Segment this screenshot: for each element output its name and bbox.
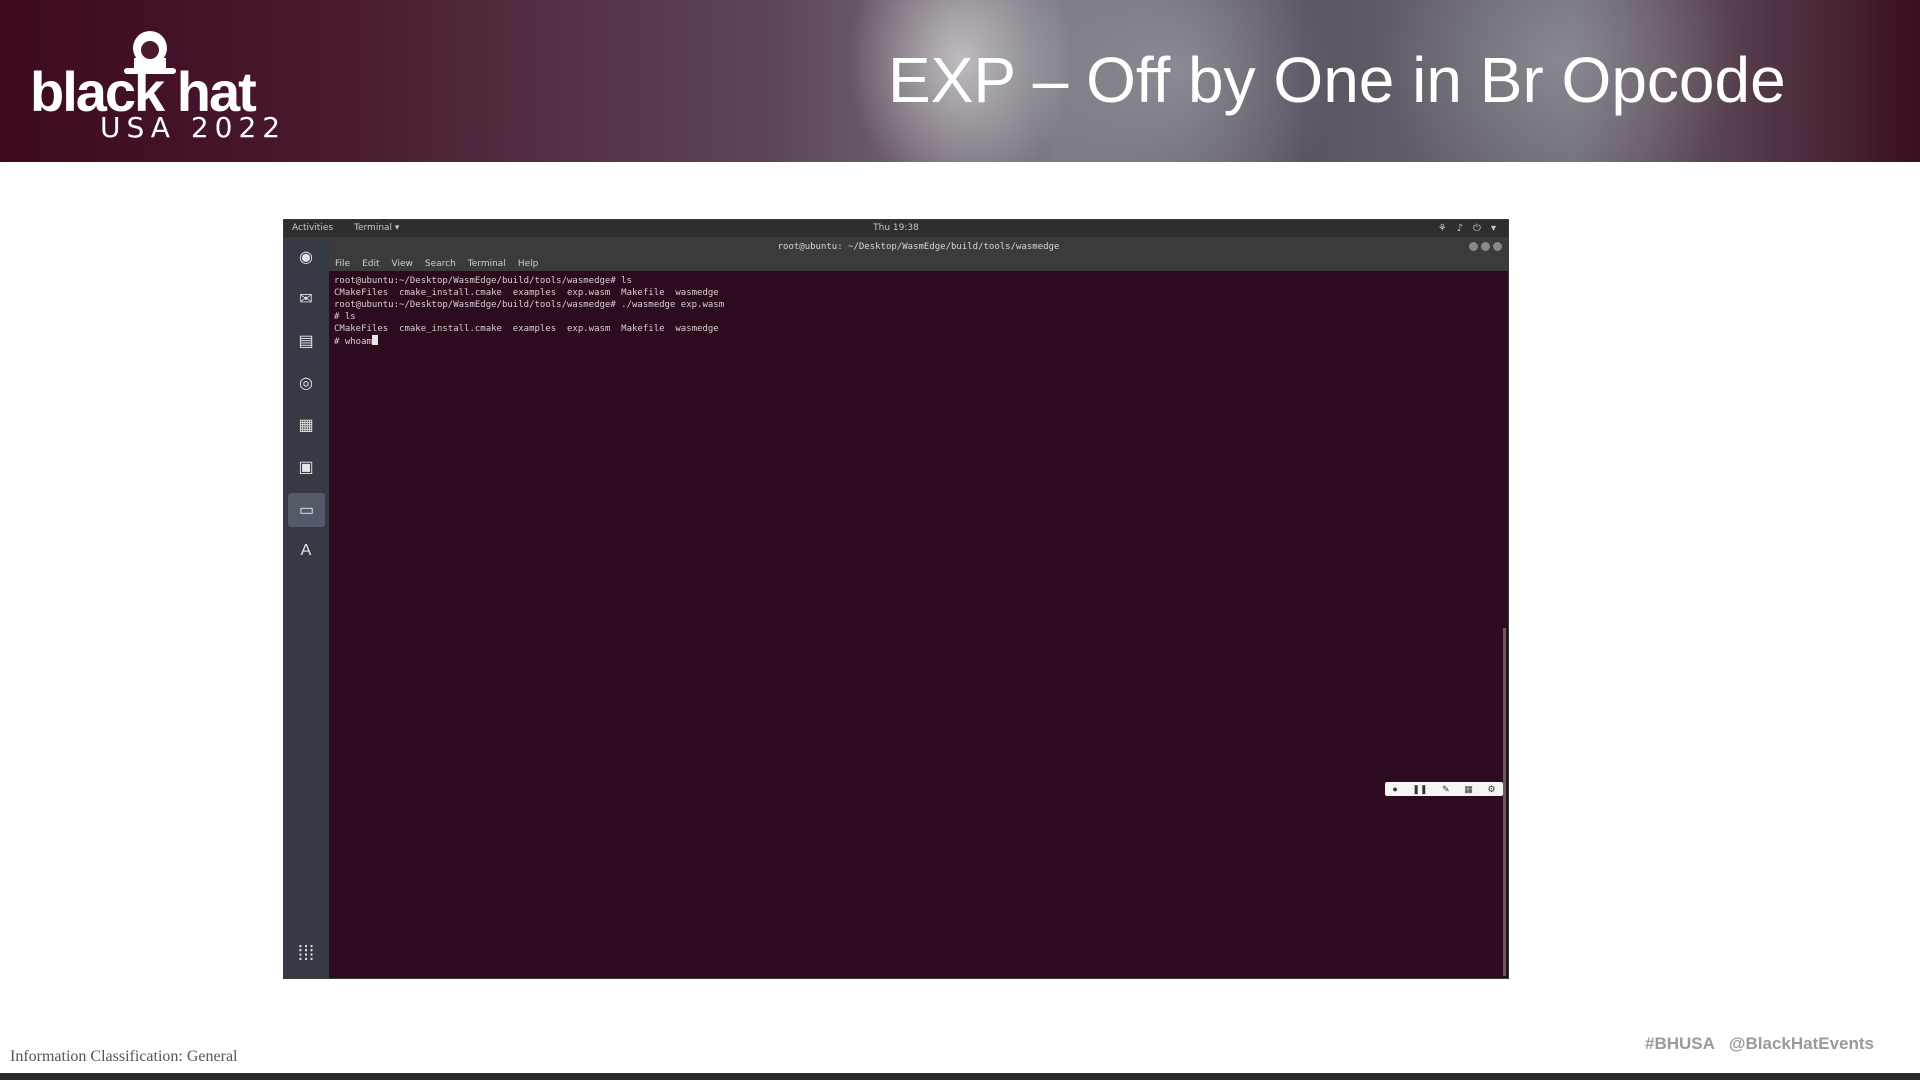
- terminal-cursor: [371, 335, 378, 345]
- terminal-line: root@ubuntu:~/Desktop/WasmEdge/build/too…: [334, 276, 633, 286]
- terminal-line: root@ubuntu:~/Desktop/WasmEdge/build/too…: [334, 300, 725, 310]
- system-tray[interactable]: ⚘ ♪ ⏻ ▾: [1438, 220, 1496, 237]
- pause-icon[interactable]: ❚❚: [1412, 784, 1427, 795]
- writer-icon[interactable]: ▦: [292, 411, 320, 439]
- close-icon[interactable]: [1493, 242, 1502, 251]
- terminal-output[interactable]: root@ubuntu:~/Desktop/WasmEdge/build/too…: [334, 275, 1494, 348]
- window-title: root@ubuntu: ~/Desktop/WasmEdge/build/to…: [329, 237, 1508, 257]
- slide-header: black hat USA 2022 EXP – Off by One in B…: [0, 0, 1920, 162]
- terminal-menubar: File Edit View Search Terminal Help: [329, 257, 1508, 271]
- terminal-icon[interactable]: ▭: [288, 493, 325, 527]
- volume-icon[interactable]: ♪: [1457, 220, 1463, 237]
- maximize-icon[interactable]: [1481, 242, 1490, 251]
- menu-view[interactable]: View: [392, 259, 413, 269]
- record-icon[interactable]: ●: [1392, 784, 1397, 794]
- chevron-down-icon[interactable]: ▾: [1491, 220, 1496, 237]
- window-title-text: root@ubuntu: ~/Desktop/WasmEdge/build/to…: [777, 242, 1060, 252]
- grid-icon[interactable]: ▦: [1464, 784, 1473, 795]
- classification-label: Information Classification: General: [10, 1048, 238, 1065]
- twitter-handle: @BlackHatEvents: [1728, 1034, 1874, 1053]
- text-icon[interactable]: A: [292, 537, 320, 565]
- terminal-screenshot: Activities Terminal ▾ Thu 19:38 ⚘ ♪ ⏻ ▾ …: [284, 220, 1508, 978]
- window-controls: [1469, 242, 1502, 251]
- logo-event: USA 2022: [100, 111, 287, 144]
- dock: ◉ ✉ ▤ ◎ ▦ ▣ ▭ A ⁞⁞⁞: [284, 237, 329, 978]
- menu-help[interactable]: Help: [518, 259, 539, 269]
- terminal-prompt: # whoam: [334, 337, 372, 347]
- menu-search[interactable]: Search: [425, 259, 456, 269]
- pen-icon[interactable]: ✎: [1442, 784, 1450, 795]
- slide-title: EXP – Off by One in Br Opcode: [888, 44, 1786, 116]
- menu-edit[interactable]: Edit: [362, 259, 379, 269]
- terminal-scrollbar[interactable]: [1503, 628, 1506, 976]
- hashtag: #BHUSA: [1645, 1034, 1715, 1053]
- bottom-bar: [0, 1073, 1920, 1080]
- recorder-toolbar[interactable]: ● ❚❚ ✎ ▦ ⚙: [1385, 782, 1503, 796]
- terminal-line: CMakeFiles cmake_install.cmake examples …: [334, 288, 719, 298]
- thunderbird-icon[interactable]: ✉: [292, 285, 320, 313]
- rhythmbox-icon[interactable]: ◎: [292, 369, 320, 397]
- blackhat-logo: black hat USA 2022: [30, 24, 310, 144]
- firefox-icon[interactable]: ◉: [292, 243, 320, 271]
- activities-button[interactable]: Activities: [292, 220, 333, 237]
- power-icon[interactable]: ⏻: [1473, 220, 1481, 237]
- terminal-line: # ls: [334, 312, 356, 322]
- footer-tags: #BHUSA @BlackHatEvents: [1645, 1034, 1874, 1054]
- terminal-prompt-row[interactable]: # whoam: [334, 335, 1494, 348]
- menu-file[interactable]: File: [335, 259, 350, 269]
- menu-terminal[interactable]: Terminal: [468, 259, 506, 269]
- minimize-icon[interactable]: [1469, 242, 1478, 251]
- files-icon[interactable]: ▤: [292, 327, 320, 355]
- app-menu-terminal[interactable]: Terminal ▾: [354, 220, 399, 237]
- network-icon[interactable]: ⚘: [1438, 220, 1447, 237]
- terminal-line: CMakeFiles cmake_install.cmake examples …: [334, 324, 719, 334]
- clock[interactable]: Thu 19:38: [873, 220, 919, 237]
- software-icon[interactable]: ▣: [292, 453, 320, 481]
- show-apps-icon[interactable]: ⁞⁞⁞: [292, 940, 320, 968]
- settings-icon[interactable]: ⚙: [1488, 784, 1496, 795]
- gnome-top-bar: Activities Terminal ▾ Thu 19:38 ⚘ ♪ ⏻ ▾: [284, 220, 1508, 237]
